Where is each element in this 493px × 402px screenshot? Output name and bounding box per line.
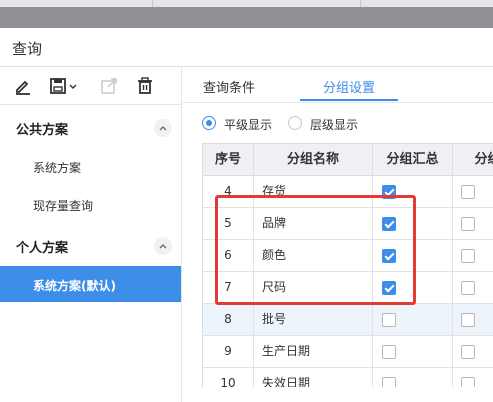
edit-icon[interactable] [12,76,34,96]
table-row[interactable]: 8 批号 [203,304,493,336]
group-summary-checkbox[interactable] [382,249,396,263]
scheme-item-system-default[interactable]: 系统方案(默认) [0,266,181,302]
table-row[interactable]: 4 存货 [203,176,493,208]
cell-group-name: 存货 [254,176,373,207]
titlebar-strip [0,0,493,7]
cell-group [453,304,493,335]
scheme-item-stock-query[interactable]: 现存量查询 [0,186,181,222]
cell-group [453,336,493,367]
group-checkbox[interactable] [461,377,475,387]
cell-group-name: 尺码 [254,272,373,303]
cell-group-summary [373,208,453,239]
public-scheme-label: 公共方案 [16,123,69,138]
group-checkbox[interactable] [461,281,475,295]
radio-level-display[interactable] [288,116,302,130]
active-tab-indicator [300,99,398,101]
table-row[interactable]: 5 品牌 [203,208,493,240]
table-row[interactable]: 7 尺码 [203,272,493,304]
export-icon[interactable] [98,76,120,96]
column-header-group-name[interactable]: 分组名称 [254,144,373,176]
scheme-item-system[interactable]: 系统方案 [0,148,181,184]
column-header-index[interactable]: 序号 [203,144,254,176]
settings-tabs: 查询条件 分组设置 [182,67,493,103]
group-summary-checkbox[interactable] [382,313,396,327]
cell-group-name: 生产日期 [254,336,373,367]
cell-group [453,208,493,239]
grid-header-row: 序号 分组名称 分组汇总 分组 [203,144,493,176]
chevron-up-icon[interactable] [154,237,172,255]
cell-group-summary [373,368,453,387]
cell-index: 8 [203,304,254,335]
cell-group-name: 批号 [254,304,373,335]
group-summary-checkbox[interactable] [382,217,396,231]
dialog-title: 查询 [12,40,43,58]
cell-group-name: 颜色 [254,240,373,271]
radio-level-display-label[interactable]: 层级显示 [310,116,358,133]
scheme-item-label: 现存量查询 [33,199,94,213]
group-summary-checkbox[interactable] [382,281,396,295]
cell-group [453,176,493,207]
radio-flat-display[interactable] [202,116,216,130]
tab-group-settings[interactable]: 分组设置 [323,77,375,96]
cell-index: 4 [203,176,254,207]
radio-flat-display-label[interactable]: 平级显示 [224,116,272,133]
chevron-up-icon[interactable] [154,119,172,137]
cell-index: 5 [203,208,254,239]
group-summary-checkbox[interactable] [382,185,396,199]
table-row[interactable]: 9 生产日期 [203,336,493,368]
cell-group [453,272,493,303]
cell-group [453,368,493,387]
cell-group-name: 品牌 [254,208,373,239]
save-icon[interactable] [48,76,80,96]
scheme-item-label: 系统方案(默认) [33,279,116,293]
cell-group-summary [373,240,453,271]
scheme-sidebar: 公共方案 系统方案 现存量查询 个人方案 系统方案(默认) [0,67,182,402]
cell-index: 10 [203,368,254,387]
cell-group-summary [373,304,453,335]
scheme-toolbar [0,67,181,105]
tab-query-conditions[interactable]: 查询条件 [203,77,255,96]
cell-index: 9 [203,336,254,367]
column-header-group-summary[interactable]: 分组汇总 [373,144,453,176]
group-checkbox[interactable] [461,249,475,263]
personal-scheme-group[interactable]: 个人方案 [0,225,181,265]
cell-group-name: 失效日期 [254,368,373,387]
table-row[interactable]: 10 失效日期 [203,368,493,387]
group-checkbox[interactable] [461,217,475,231]
group-summary-checkbox[interactable] [382,377,396,387]
public-scheme-group[interactable]: 公共方案 [0,107,181,147]
cell-group-summary [373,272,453,303]
group-checkbox[interactable] [461,313,475,327]
group-settings-grid: 序号 分组名称 分组汇总 分组 4存货5品牌6颜色7尺码8批号9生产日期10失效… [202,143,493,387]
column-header-group[interactable]: 分组 [453,144,493,176]
cell-index: 7 [203,272,254,303]
cell-group-summary [373,336,453,367]
scheme-item-label: 系统方案 [33,161,82,175]
cell-group [453,240,493,271]
table-row[interactable]: 6 颜色 [203,240,493,272]
group-checkbox[interactable] [461,185,475,199]
personal-scheme-label: 个人方案 [16,241,69,256]
delete-icon[interactable] [134,76,156,96]
group-summary-checkbox[interactable] [382,345,396,359]
cell-index: 6 [203,240,254,271]
titlebar-divider [152,0,153,7]
group-checkbox[interactable] [461,345,475,359]
window-titlebar [0,0,493,28]
cell-group-summary [373,176,453,207]
titlebar-divider [360,0,361,7]
